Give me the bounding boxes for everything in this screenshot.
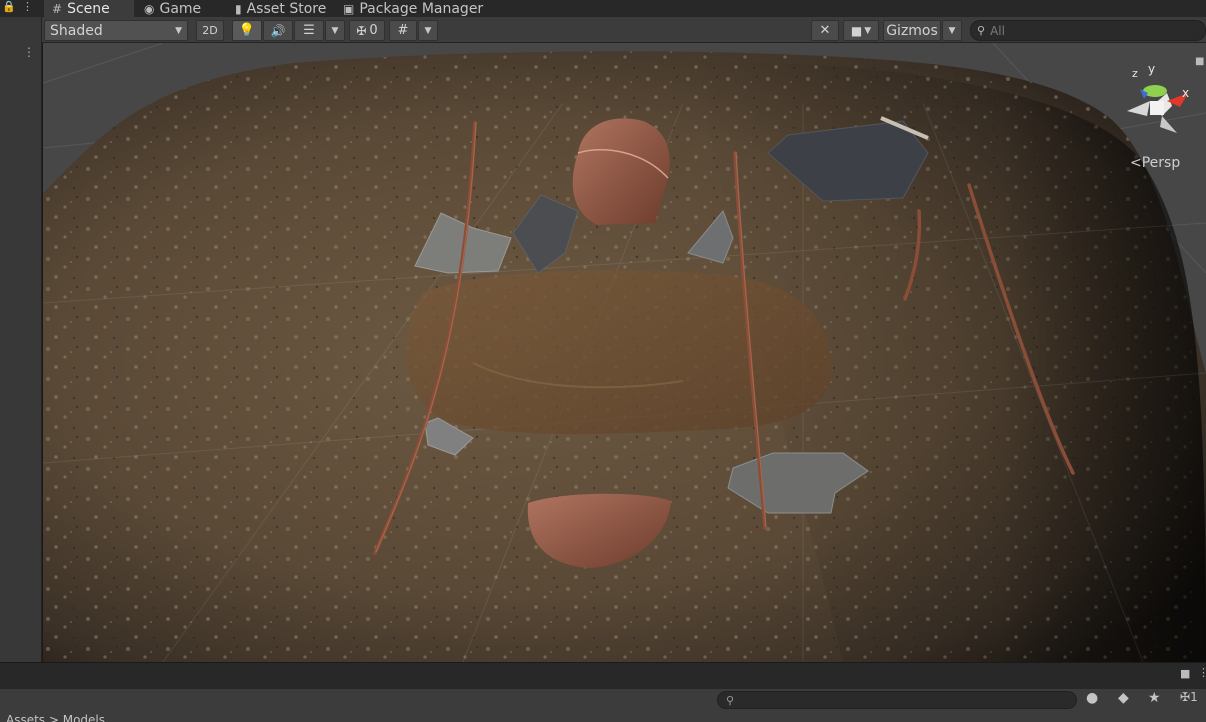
audio-toggle-button[interactable]: 🔊: [263, 20, 293, 41]
tab-asset-store[interactable]: ▮ Asset Store: [235, 0, 345, 17]
search-placeholder: All: [990, 23, 1005, 38]
tab-asset-store-label: Asset Store: [246, 0, 327, 17]
axis-x-label: x: [1182, 86, 1189, 100]
tools-icon: ✕: [819, 23, 831, 38]
bottom-tab-bar: ■ ⋮: [0, 662, 1206, 689]
layers-icon: ☰: [303, 23, 315, 38]
tab-package-manager-label: Package Manager: [359, 0, 484, 17]
eye-slash-icon: ✠: [356, 23, 367, 38]
effects-dropdown[interactable]: ▼: [325, 20, 345, 41]
shading-mode-label: Shaded: [50, 22, 103, 39]
projection-label: Persp: [1141, 155, 1181, 171]
eye-slash-icon: ✠: [1180, 690, 1191, 704]
chevron-down-icon: ▼: [864, 25, 872, 36]
tab-package-manager[interactable]: ▣ Package Manager: [343, 0, 493, 17]
bottom-hidden-count: 1: [1190, 690, 1198, 704]
speaker-icon: 🔊: [270, 23, 286, 38]
tab-scene[interactable]: # Scene: [44, 0, 134, 17]
chevron-down-icon: ▼: [331, 25, 339, 36]
tab-game-label: Game: [159, 0, 202, 17]
left-panel-strip: ⋮: [0, 17, 42, 662]
chevron-down-icon: ▼: [948, 25, 956, 36]
project-search-input[interactable]: ⚲: [717, 691, 1077, 709]
projection-toggle[interactable]: <Persp: [1130, 155, 1180, 171]
grid-dropdown[interactable]: ▼: [418, 20, 438, 41]
tab-game[interactable]: ◉ Game: [144, 0, 224, 17]
filter-by-type-icon[interactable]: ●: [1086, 690, 1098, 706]
breadcrumb: Assets > Models: [0, 711, 1206, 722]
scene-render: [43, 43, 1206, 662]
tools-button[interactable]: ✕: [811, 20, 839, 41]
menu-dots-icon[interactable]: ⋮: [23, 45, 35, 59]
axis-y-label: y: [1148, 62, 1155, 76]
grid-icon: #: [397, 23, 409, 38]
menu-dots-icon[interactable]: ⋮: [1198, 666, 1206, 679]
menu-dots-icon[interactable]: ⋮: [22, 0, 33, 13]
tab-bar: 🔒 ⋮ # Scene ◉ Game ▮ Asset Store ▣ Packa…: [0, 0, 1206, 17]
shading-mode-dropdown[interactable]: Shaded ▼: [44, 20, 188, 41]
gizmos-button[interactable]: Gizmos: [883, 20, 941, 41]
scene-grid-icon: #: [52, 1, 63, 16]
scene-viewport[interactable]: y z x: [43, 43, 1206, 662]
scene-search-input[interactable]: ⚲ All: [970, 20, 1206, 41]
label-tag-icon[interactable]: ◆: [1118, 690, 1129, 706]
hidden-count: 0: [369, 23, 378, 38]
camera-settings-button[interactable]: ■ ▼: [843, 20, 879, 41]
lighting-toggle-button[interactable]: 💡: [232, 20, 262, 41]
chevron-down-icon: ▼: [175, 25, 182, 36]
grid-toggle-button[interactable]: #: [389, 20, 417, 41]
hidden-packages-toggle[interactable]: ✠1: [1180, 690, 1198, 704]
toggle-2d-label: 2D: [202, 24, 218, 37]
gizmos-label: Gizmos: [886, 22, 938, 39]
effects-toggle-button[interactable]: ☰: [294, 20, 324, 41]
chevron-down-icon: ▼: [424, 25, 432, 36]
axis-z-label: z: [1132, 67, 1138, 80]
lock-icon[interactable]: ■: [1195, 56, 1204, 67]
tab-scene-label: Scene: [67, 0, 110, 17]
lock-icon[interactable]: ■: [1180, 667, 1190, 680]
package-icon: ▣: [343, 1, 355, 16]
search-icon: ⚲: [726, 693, 735, 707]
hidden-objects-button[interactable]: ✠ 0: [349, 20, 385, 41]
toggle-2d-button[interactable]: 2D: [196, 20, 224, 41]
gizmos-dropdown[interactable]: ▼: [942, 20, 962, 41]
persp-arrow-icon: <: [1130, 155, 1142, 171]
favorite-star-icon[interactable]: ★: [1148, 690, 1161, 706]
lock-small-icon[interactable]: 🔒: [2, 0, 16, 13]
gamepad-icon: ◉: [144, 1, 155, 16]
scene-toolbar: Shaded ▼ 2D 💡 🔊 ☰ ▼ ✠ 0 # ▼ ✕ ■ ▼ Gizmos…: [0, 17, 1206, 43]
search-icon: ⚲: [977, 24, 986, 37]
lightbulb-icon: 💡: [238, 23, 256, 38]
camera-icon: ■: [850, 23, 863, 38]
bag-icon: ▮: [235, 1, 242, 16]
breadcrumb-path[interactable]: Assets > Models: [6, 713, 105, 722]
